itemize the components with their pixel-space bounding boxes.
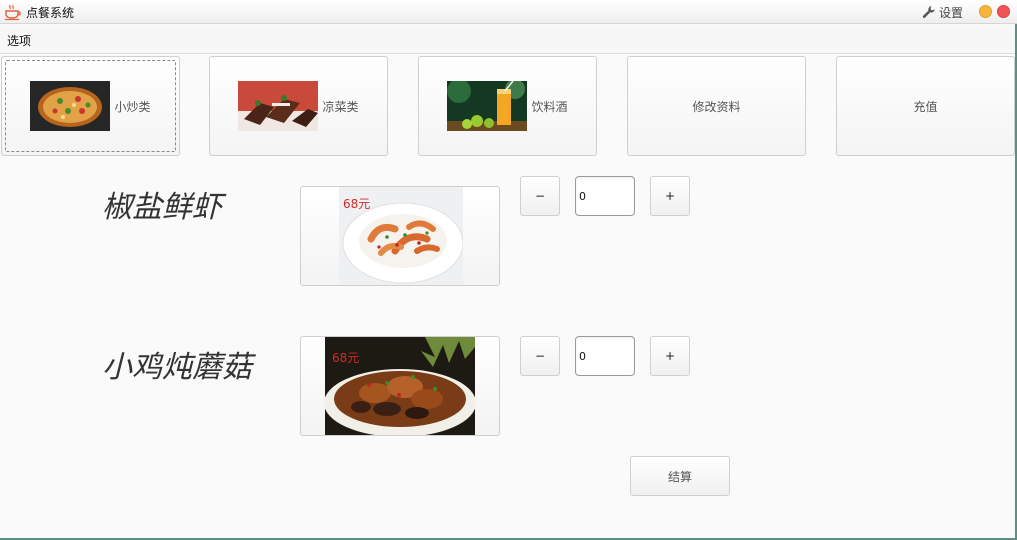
edit-profile-button[interactable]: 修改资料 (627, 56, 806, 156)
category-label: 凉菜类 (322, 99, 359, 114)
dish-image-button[interactable]: 68元 (300, 336, 500, 436)
price-label: 68元 (332, 351, 360, 365)
dish-name: 椒盐鲜虾 (102, 190, 222, 225)
category-stir-fry-button[interactable]: 小炒类 (1, 56, 180, 156)
menu-bar: 选项 (0, 25, 1017, 54)
increase-quantity-button[interactable]: + (650, 176, 690, 216)
cake-thumbnail (238, 81, 319, 131)
category-label: 饮料酒 (531, 99, 568, 114)
category-cold-dish-button[interactable]: 凉菜类 (209, 56, 388, 156)
dish-image-button[interactable]: 68元 (300, 186, 500, 286)
pizza-thumbnail (30, 81, 111, 131)
settings-button[interactable]: 设置 (922, 3, 963, 21)
wrench-icon (922, 6, 935, 18)
category-label: 小炒类 (114, 99, 151, 114)
category-label: 修改资料 (692, 99, 741, 114)
decrease-quantity-button[interactable]: − (520, 176, 560, 216)
checkout-button[interactable]: 结算 (630, 456, 730, 496)
category-label: 充值 (913, 99, 938, 114)
quantity-input[interactable] (575, 176, 635, 216)
decrease-quantity-button[interactable]: − (520, 336, 560, 376)
quantity-input[interactable] (575, 336, 635, 376)
title-bar: 点餐系统 设置 (0, 0, 1017, 24)
recharge-button[interactable]: 充值 (836, 56, 1015, 156)
category-drinks-button[interactable]: 饮料酒 (418, 56, 597, 156)
dish-name: 小鸡炖蘑菇 (102, 350, 252, 385)
coffee-cup-icon (5, 4, 21, 21)
increase-quantity-button[interactable]: + (650, 336, 690, 376)
minimize-button[interactable] (979, 5, 992, 18)
drink-thumbnail (447, 81, 528, 131)
window-title: 点餐系统 (26, 6, 75, 20)
price-label: 68元 (343, 197, 371, 211)
close-button[interactable] (997, 5, 1010, 18)
settings-label: 设置 (939, 5, 964, 20)
menu-options[interactable]: 选项 (7, 32, 31, 49)
